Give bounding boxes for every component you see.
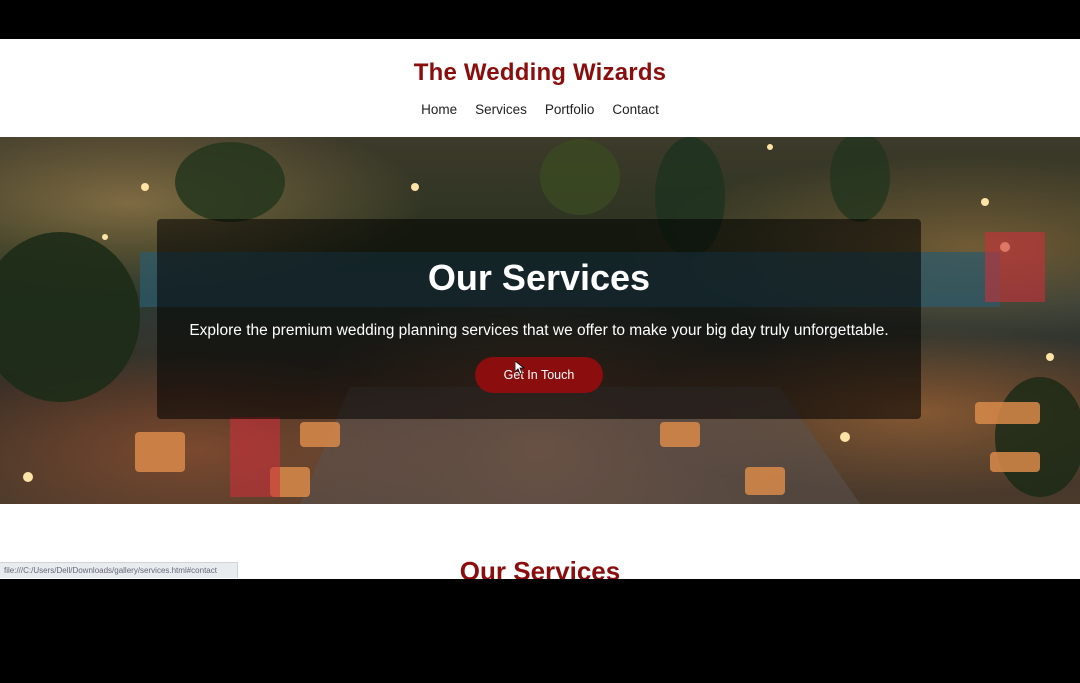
hero-overlay: Our Services Explore the premium wedding… xyxy=(157,219,921,419)
browser-page: The Wedding Wizards Home Services Portfo… xyxy=(0,39,1080,579)
site-header: The Wedding Wizards Home Services Portfo… xyxy=(0,39,1080,137)
main-nav: Home Services Portfolio Contact xyxy=(0,101,1080,119)
browser-status-url: file:///C:/Users/Dell/Downloads/gallery/… xyxy=(0,562,238,578)
hero-title: Our Services xyxy=(427,257,651,298)
screen-top-letterbox xyxy=(0,0,1080,39)
nav-home[interactable]: Home xyxy=(421,101,457,119)
get-in-touch-button[interactable]: Get In Touch xyxy=(475,357,603,393)
nav-portfolio[interactable]: Portfolio xyxy=(545,101,595,119)
nav-services[interactable]: Services xyxy=(475,101,527,119)
screen-bottom-letterbox xyxy=(0,579,1080,683)
mouse-pointer-icon xyxy=(515,361,525,375)
hero-description: Explore the premium wedding planning ser… xyxy=(189,322,889,339)
nav-contact[interactable]: Contact xyxy=(612,101,659,119)
hero-banner: Our Services Explore the premium wedding… xyxy=(0,137,1080,504)
site-title: The Wedding Wizards xyxy=(413,59,667,86)
